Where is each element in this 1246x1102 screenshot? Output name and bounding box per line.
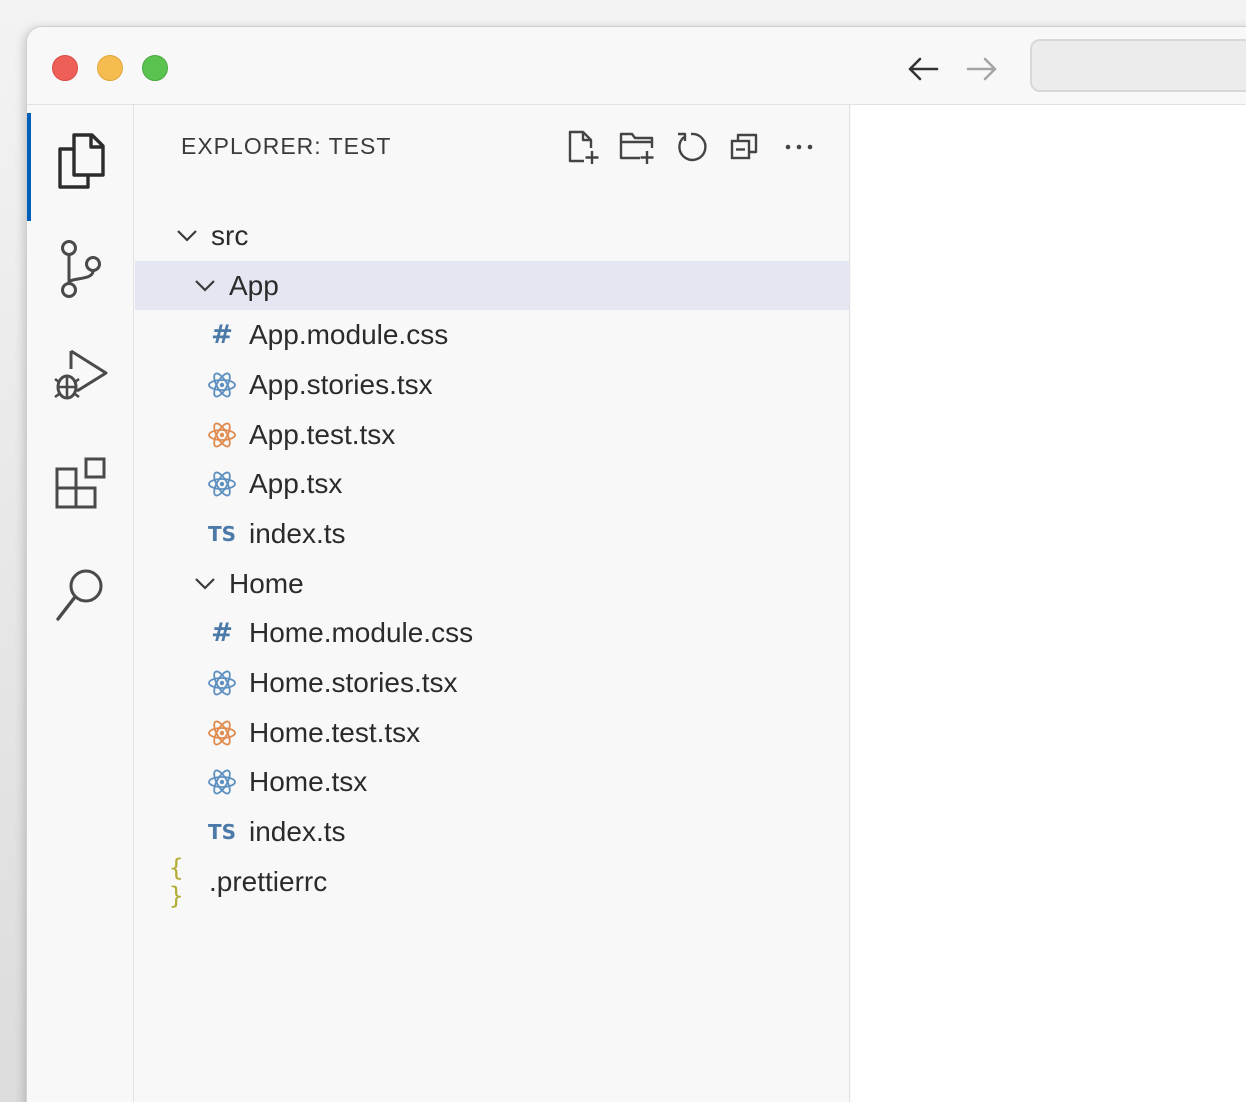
command-center-search[interactable] [1030,39,1246,92]
file-label: App.test.tsx [249,418,396,450]
chevron-down-icon [173,222,201,250]
extensions-icon [55,457,105,509]
folder-home[interactable]: Home [135,559,849,609]
collapse-all-icon [730,133,758,160]
arrow-right-icon [966,57,997,81]
json-file-icon: { } [169,853,184,910]
more-actions-button[interactable] [779,127,819,167]
minimize-window-button[interactable] [97,55,123,81]
activity-extensions[interactable] [27,435,134,535]
react-file-icon [207,370,237,400]
folder-label: App [229,269,279,301]
activity-run-and-debug[interactable] [27,325,134,425]
activity-bar [27,105,134,1102]
folder-label: Home [229,567,304,599]
search-icon [55,569,102,621]
file-home-module-css[interactable]: # Home.module.css [135,609,849,659]
file-label: Home.module.css [249,617,474,649]
arrow-left-icon [908,57,939,81]
go-back-button[interactable] [903,49,943,89]
file-app-test-tsx[interactable]: App.test.tsx [135,410,849,460]
close-window-button[interactable] [52,55,78,81]
ellipsis-icon [785,144,813,150]
activity-explorer[interactable] [27,111,134,221]
react-file-icon [207,469,237,499]
file-label: App.tsx [249,468,343,500]
editor-area[interactable] [851,105,1246,1102]
folder-label: src [211,219,249,251]
react-file-icon [207,767,237,797]
file-label: App.module.css [249,319,449,351]
file-label: Home.test.tsx [249,716,421,748]
new-folder-icon [619,132,654,164]
refresh-icon [678,132,707,162]
file-app-module-css[interactable]: # App.module.css [135,310,849,360]
file-label: .prettierrc [209,865,328,897]
activity-search[interactable] [27,545,134,645]
file-tree: src App # App.module.css App.stories.tsx [135,211,849,910]
css-file-icon: # [211,320,233,351]
file-label: index.ts [249,517,346,549]
file-home-index-ts[interactable]: TS index.ts [135,807,849,857]
collapse-folders-button[interactable] [725,127,765,167]
title-bar [27,27,1246,105]
files-icon [57,133,105,189]
go-forward-button[interactable] [962,49,1002,89]
run-debug-icon [53,349,107,400]
new-file-button[interactable] [563,127,603,167]
chevron-down-icon [191,272,219,300]
css-file-icon: # [211,618,233,649]
file-home-stories-tsx[interactable]: Home.stories.tsx [135,658,849,708]
folder-app[interactable]: App [135,260,849,311]
react-file-icon [207,668,237,698]
file-label: index.ts [249,816,346,848]
react-test-file-icon [207,420,237,450]
file-app-index-ts[interactable]: TS index.ts [135,509,849,559]
new-folder-button[interactable] [617,127,657,167]
react-test-file-icon [207,718,237,748]
source-control-icon [60,240,101,298]
typescript-file-icon: TS [207,521,237,546]
file-app-stories-tsx[interactable]: App.stories.tsx [135,360,849,410]
file-app-tsx[interactable]: App.tsx [135,459,849,509]
file-label: Home.stories.tsx [249,667,458,699]
maximize-window-button[interactable] [142,55,168,81]
explorer-title: EXPLORER: TEST [181,133,392,159]
folder-src[interactable]: src [135,211,849,261]
explorer-sidebar: EXPLORER: TEST src App # App.module.css … [135,105,850,1102]
explorer-header: EXPLORER: TEST [135,105,849,189]
app-window: EXPLORER: TEST src App # App.module.css … [26,26,1246,1102]
file-home-tsx[interactable]: Home.tsx [135,758,849,808]
chevron-down-icon [191,570,219,598]
file-label: App.stories.tsx [249,368,433,400]
file-prettierrc[interactable]: { } .prettierrc [135,853,849,910]
refresh-explorer-button[interactable] [671,127,711,167]
file-home-test-tsx[interactable]: Home.test.tsx [135,708,849,758]
activity-source-control[interactable] [27,219,134,319]
file-label: Home.tsx [249,766,368,798]
typescript-file-icon: TS [207,820,237,845]
new-file-icon [568,130,599,164]
